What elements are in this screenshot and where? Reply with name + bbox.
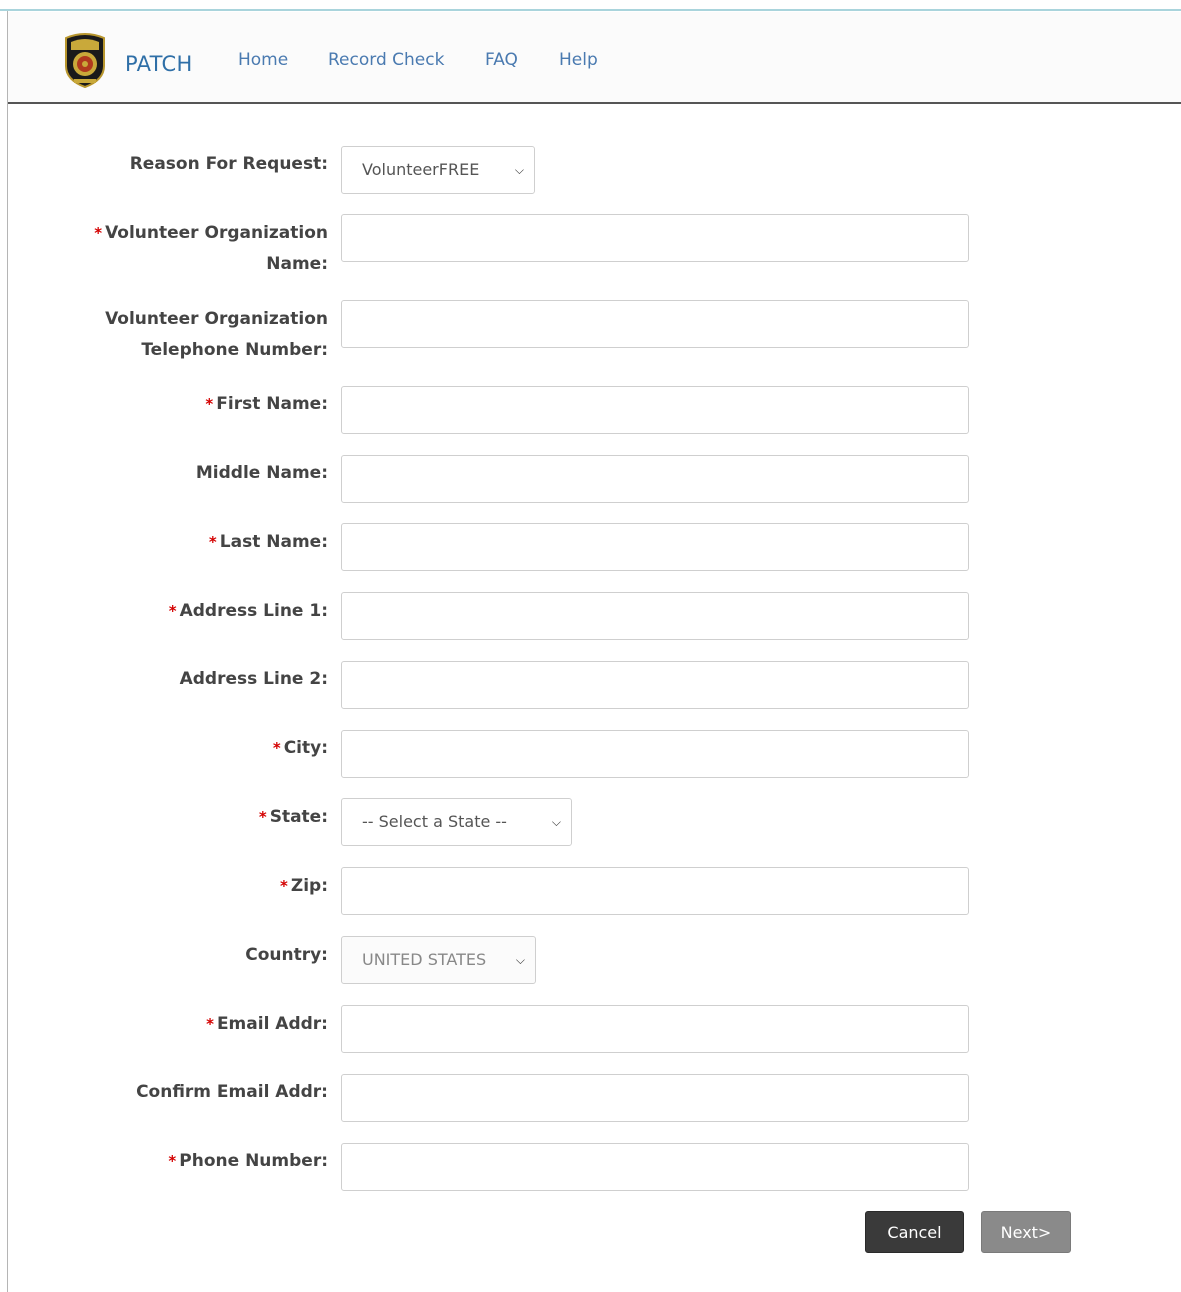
state-label: * State: bbox=[258, 807, 328, 827]
state-police-logo-icon bbox=[62, 32, 108, 89]
middle-name-label: Middle Name: bbox=[195, 463, 328, 483]
state-select[interactable]: -- Select a State -- ⌵ bbox=[341, 798, 572, 846]
next-button[interactable]: Next> bbox=[981, 1211, 1071, 1253]
address2-label: Address Line 2: bbox=[179, 669, 328, 689]
address1-input[interactable] bbox=[341, 592, 969, 640]
first-name-input[interactable] bbox=[341, 386, 969, 434]
nav-faq[interactable]: FAQ bbox=[485, 50, 518, 70]
nav-home[interactable]: Home bbox=[238, 50, 288, 70]
city-label: * City: bbox=[272, 738, 328, 758]
org-phone-label: Volunteer Organization Telephone Number: bbox=[105, 309, 328, 360]
last-name-input[interactable] bbox=[341, 523, 969, 571]
chevron-down-icon: ⌵ bbox=[551, 815, 561, 829]
top-accent-strip bbox=[0, 0, 1181, 11]
required-marker: * bbox=[94, 224, 103, 242]
address1-label: * Address Line 1: bbox=[168, 601, 328, 621]
reason-label: Reason For Request: bbox=[129, 154, 328, 174]
reason-select-value: VolunteerFREE bbox=[362, 160, 480, 179]
last-name-label: * Last Name: bbox=[208, 532, 328, 552]
state-select-value: -- Select a State -- bbox=[362, 812, 507, 831]
address2-input[interactable] bbox=[341, 661, 969, 709]
reason-select[interactable]: VolunteerFREE ⌵ bbox=[341, 146, 535, 194]
nav-record-check[interactable]: Record Check bbox=[328, 50, 444, 70]
confirm-email-label: Confirm Email Addr: bbox=[136, 1082, 328, 1102]
confirm-email-input[interactable] bbox=[341, 1074, 969, 1122]
brand-title[interactable]: PATCH bbox=[125, 52, 193, 76]
email-label: * Email Addr: bbox=[206, 1014, 328, 1034]
country-select-value: UNITED STATES bbox=[362, 950, 487, 969]
navbar: PATCH Home Record Check FAQ Help bbox=[8, 12, 1181, 104]
chevron-down-icon: ⌵ bbox=[515, 953, 525, 967]
city-input[interactable] bbox=[341, 730, 969, 778]
frame-border bbox=[7, 11, 8, 1292]
zip-input[interactable] bbox=[341, 867, 969, 915]
phone-label: * Phone Number: bbox=[168, 1151, 328, 1171]
country-label: Country: bbox=[245, 945, 328, 965]
chevron-down-icon: ⌵ bbox=[514, 163, 524, 177]
country-select: UNITED STATES ⌵ bbox=[341, 936, 536, 984]
first-name-label: * First Name: bbox=[205, 394, 328, 414]
email-input[interactable] bbox=[341, 1005, 969, 1053]
cancel-button[interactable]: Cancel bbox=[865, 1211, 964, 1253]
middle-name-input[interactable] bbox=[341, 455, 969, 503]
nav-help[interactable]: Help bbox=[559, 50, 598, 70]
zip-label: * Zip: bbox=[280, 876, 328, 896]
org-name-label: * Volunteer Organization Name: bbox=[94, 223, 328, 274]
org-name-input[interactable] bbox=[341, 214, 969, 262]
phone-input[interactable] bbox=[341, 1143, 969, 1191]
org-phone-input[interactable] bbox=[341, 300, 969, 348]
